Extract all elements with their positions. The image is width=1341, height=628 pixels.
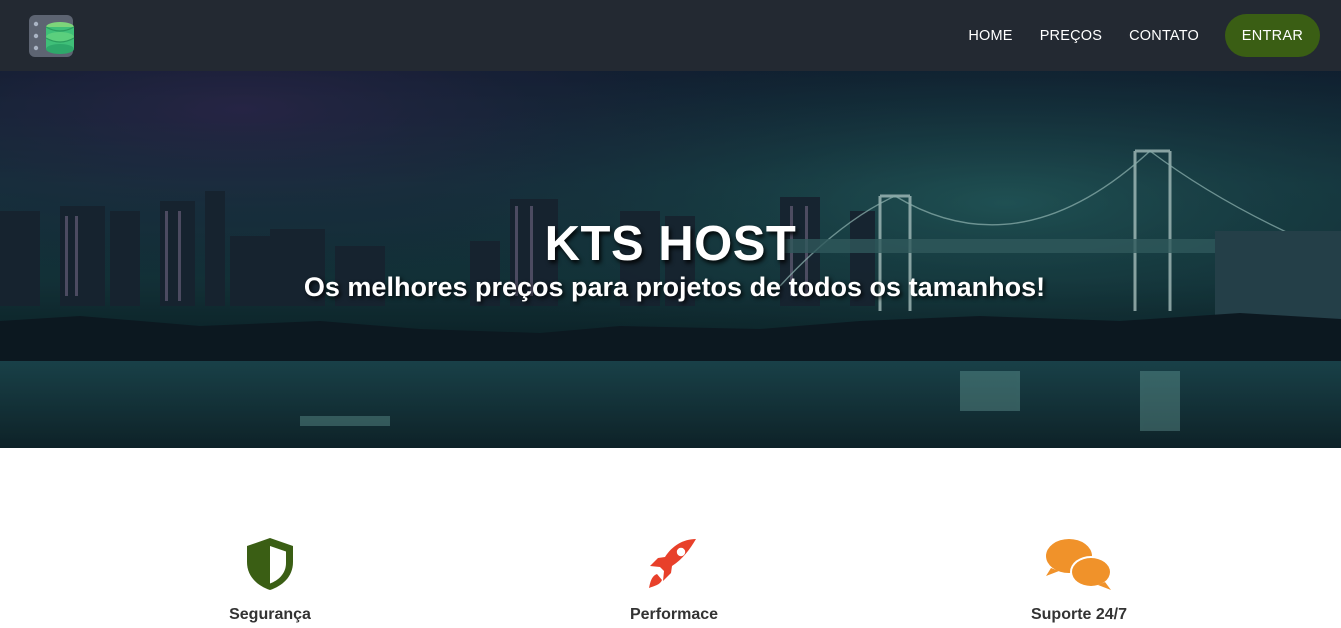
enter-button[interactable]: ENTRAR — [1225, 14, 1320, 57]
nav-link-precos[interactable]: PREÇOS — [1040, 28, 1102, 44]
hero-title: KTS HOST — [544, 217, 797, 271]
feature-label-performance: Performace — [629, 606, 719, 623]
top-navbar: HOME PREÇOS CONTATO ENTRAR — [0, 0, 1341, 71]
feature-support: Suporte 24/7 — [959, 536, 1199, 623]
server-database-icon[interactable] — [28, 13, 76, 59]
nav-link-contato[interactable]: CONTATO — [1129, 28, 1199, 44]
hero-banner: KTS HOST Os melhores preços para projeto… — [0, 71, 1341, 448]
nav-link-home[interactable]: HOME — [968, 28, 1012, 44]
hero-subtitle: Os melhores preços para projetos de todo… — [303, 272, 1046, 302]
feature-performance: Performace — [554, 536, 794, 623]
chat-bubbles-icon — [1046, 539, 1112, 590]
nav-links: HOME PREÇOS CONTATO — [968, 0, 1199, 71]
features-section: Segurança Performace Suporte 24/7 — [0, 448, 1341, 628]
shield-icon — [247, 538, 293, 590]
rocket-icon — [649, 539, 696, 588]
feature-label-security: Segurança — [229, 606, 311, 623]
feature-security: Segurança — [150, 536, 390, 623]
feature-label-support: Suporte 24/7 — [1030, 606, 1128, 623]
